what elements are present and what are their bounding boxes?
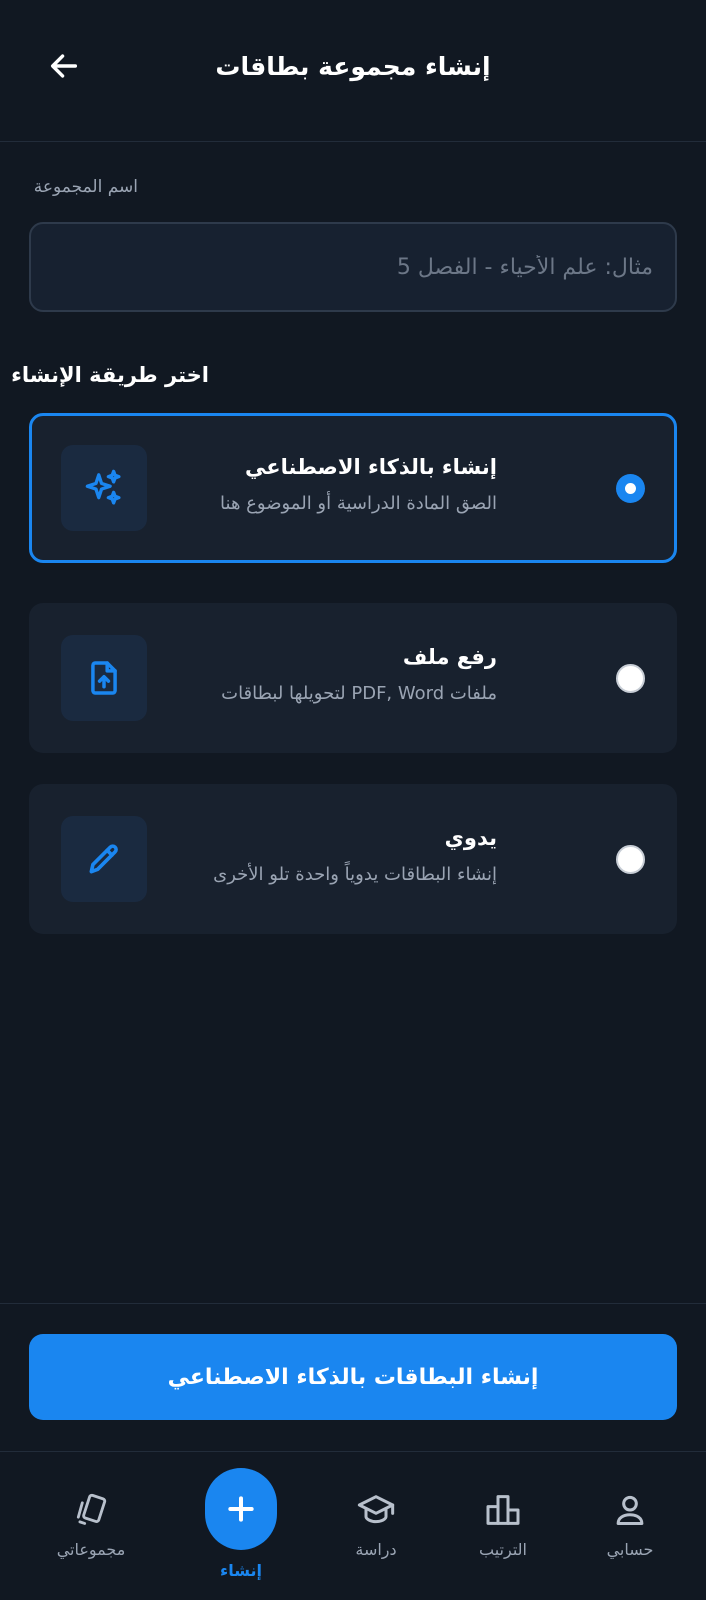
radio-unselected[interactable] bbox=[616, 664, 645, 693]
method-description: إنشاء البطاقات يدوياً واحدة تلو الأخرى bbox=[213, 864, 497, 885]
collection-name-input[interactable] bbox=[29, 222, 677, 312]
method-icon-box bbox=[61, 445, 147, 531]
method-option-manual[interactable]: يدوي إنشاء البطاقات يدوياً واحدة تلو الأ… bbox=[29, 784, 677, 934]
method-title: رفع ملف bbox=[402, 645, 497, 669]
bottom-nav: مجموعاتي إنشاء دراسة الترتيب حسابي bbox=[0, 1451, 706, 1600]
nav-item-ranking[interactable]: الترتيب bbox=[443, 1452, 563, 1600]
method-option-upload[interactable]: رفع ملف ملفات PDF, Word لتحويلها لبطاقات bbox=[29, 603, 677, 753]
method-option-ai[interactable]: إنشاء بالذكاء الاصطناعي الصق المادة الدر… bbox=[29, 413, 677, 563]
nav-label-active: إنشاء bbox=[220, 1561, 262, 1580]
bar-chart-icon bbox=[486, 1495, 520, 1525]
method-description: الصق المادة الدراسية أو الموضوع هنا bbox=[220, 493, 497, 514]
create-ai-cards-button[interactable]: إنشاء البطاقات بالذكاء الاصطناعي bbox=[29, 1334, 677, 1420]
plus-icon bbox=[228, 1496, 254, 1522]
radio-unselected[interactable] bbox=[616, 845, 645, 874]
cards-icon bbox=[76, 1493, 107, 1525]
method-description: ملفات PDF, Word لتحويلها لبطاقات bbox=[221, 683, 497, 704]
nav-item-collections[interactable]: مجموعاتي bbox=[31, 1452, 151, 1600]
user-icon bbox=[616, 1495, 644, 1525]
nav-item-account[interactable]: حسابي bbox=[570, 1452, 690, 1600]
method-section-title: اختر طريقة الإنشاء bbox=[11, 363, 209, 387]
app-header: إنشاء مجموعة بطاقات bbox=[0, 0, 706, 142]
bottom-action-area: إنشاء البطاقات بالذكاء الاصطناعي bbox=[0, 1303, 706, 1451]
method-icon-box bbox=[61, 635, 147, 721]
radio-selected[interactable] bbox=[616, 474, 645, 503]
nav-item-create[interactable] bbox=[205, 1468, 277, 1550]
collection-name-label: اسم المجموعة bbox=[33, 177, 138, 197]
method-title: يدوي bbox=[444, 826, 497, 850]
nav-label: حسابي bbox=[606, 1540, 654, 1559]
nav-label: الترتيب bbox=[479, 1540, 527, 1559]
nav-item-study[interactable]: دراسة bbox=[316, 1452, 436, 1600]
nav-label: دراسة bbox=[355, 1540, 397, 1559]
sparkles-icon bbox=[85, 469, 121, 505]
nav-label: مجموعاتي bbox=[56, 1540, 126, 1559]
method-icon-box bbox=[61, 816, 147, 902]
page-title: إنشاء مجموعة بطاقات bbox=[215, 52, 491, 81]
method-title: إنشاء بالذكاء الاصطناعي bbox=[245, 455, 497, 479]
file-upload-icon bbox=[91, 661, 117, 695]
pencil-icon bbox=[89, 844, 118, 874]
graduation-cap-icon bbox=[357, 1495, 395, 1524]
